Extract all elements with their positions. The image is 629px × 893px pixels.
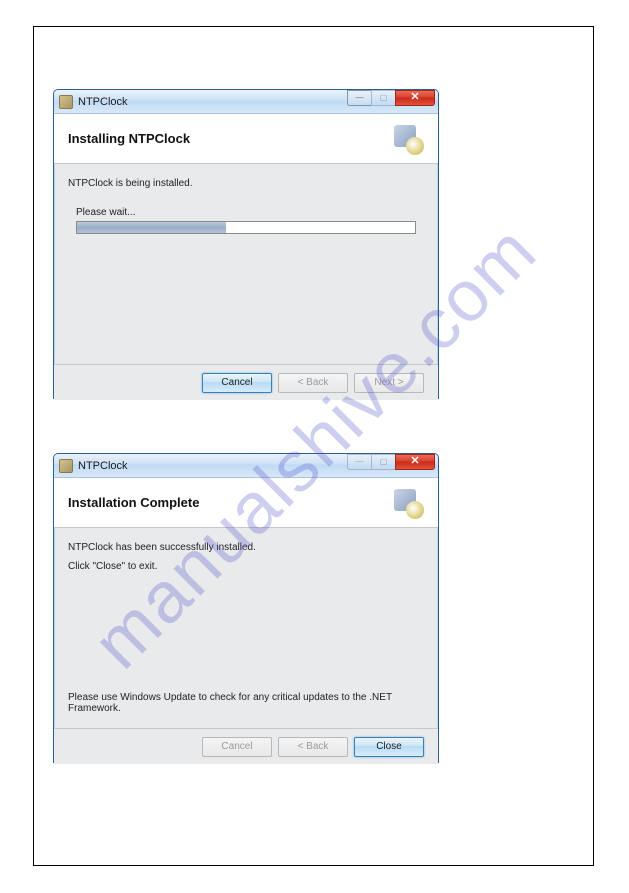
minimize-button: — — [347, 454, 371, 470]
minimize-button[interactable]: — — [347, 90, 371, 106]
maximize-button: ▢ — [371, 454, 395, 470]
header-title: Installation Complete — [68, 495, 199, 510]
installer-icon — [59, 95, 73, 109]
window-title: NTPClock — [78, 460, 128, 472]
progress-fill — [77, 222, 226, 233]
titlebar[interactable]: NTPClock — ▢ ✕ — [54, 90, 438, 114]
footer-note: Please use Windows Update to check for a… — [68, 692, 438, 714]
close-window-button[interactable]: ✕ — [395, 454, 435, 470]
back-button: < Back — [278, 373, 348, 393]
installer-graphic-icon — [392, 487, 424, 519]
back-button: < Back — [278, 737, 348, 757]
header-band: Installation Complete — [54, 478, 438, 528]
status-text: NTPClock is being installed. — [68, 178, 424, 189]
body-area: NTPClock is being installed. Please wait… — [54, 164, 438, 364]
installer-window-installing: NTPClock — ▢ ✕ Installing NTPClock NTPCl… — [53, 89, 439, 399]
header-title: Installing NTPClock — [68, 131, 190, 146]
maximize-button: ▢ — [371, 90, 395, 106]
close-window-button[interactable]: ✕ — [395, 90, 435, 106]
next-button: Next > — [354, 373, 424, 393]
close-button[interactable]: Close — [354, 737, 424, 757]
installer-icon — [59, 459, 73, 473]
titlebar[interactable]: NTPClock — ▢ ✕ — [54, 454, 438, 478]
button-band: Cancel < Back Next > — [54, 364, 438, 400]
installer-graphic-icon — [392, 123, 424, 155]
progress-bar — [76, 221, 416, 234]
window-title: NTPClock — [78, 96, 128, 108]
window-controls: — ▢ ✕ — [347, 90, 435, 106]
button-band: Cancel < Back Close — [54, 728, 438, 764]
body-area: NTPClock has been successfully installed… — [54, 528, 438, 728]
cancel-button[interactable]: Cancel — [202, 373, 272, 393]
instruction-text: Click "Close" to exit. — [68, 561, 424, 572]
header-band: Installing NTPClock — [54, 114, 438, 164]
window-controls: — ▢ ✕ — [347, 454, 435, 470]
installer-window-complete: NTPClock — ▢ ✕ Installation Complete NTP… — [53, 453, 439, 763]
cancel-button: Cancel — [202, 737, 272, 757]
success-text: NTPClock has been successfully installed… — [68, 542, 424, 553]
please-wait-label: Please wait... — [76, 207, 424, 218]
